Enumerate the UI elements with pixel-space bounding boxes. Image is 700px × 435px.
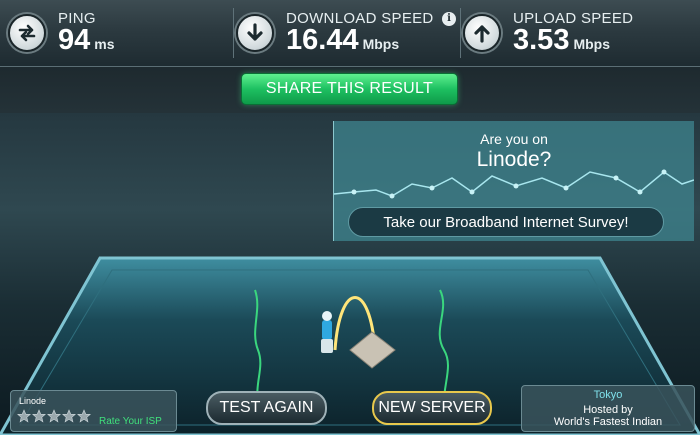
upload-stat: UPLOAD SPEED 3.53 Mbps: [463, 6, 691, 60]
ping-arrows-icon: [8, 14, 46, 52]
survey-question: Are you on: [480, 131, 548, 147]
stats-divider: [233, 8, 234, 58]
server-info-panel: Tokyo Hosted by World's Fastest Indian: [521, 385, 695, 432]
star-icon[interactable]: [77, 409, 91, 423]
new-server-button[interactable]: NEW SERVER: [372, 391, 492, 425]
isp-name: Linode: [19, 396, 47, 406]
ping-stat: PING 94 ms: [8, 6, 230, 60]
share-result-button[interactable]: SHARE THIS RESULT: [241, 73, 458, 105]
star-icon[interactable]: [47, 409, 61, 423]
isp-rating-panel: Linode Rate Your ISP: [10, 390, 177, 432]
download-arrow-icon: [236, 14, 274, 52]
ping-value: 94: [58, 24, 91, 56]
download-value: 16.44: [286, 24, 359, 56]
rating-stars[interactable]: [17, 409, 92, 423]
info-icon[interactable]: i: [442, 12, 456, 26]
star-icon[interactable]: [62, 409, 76, 423]
upload-arrow-icon: [463, 14, 501, 52]
isp-survey-panel: Are you on Linode? Take our Broadband In…: [333, 121, 694, 241]
ping-unit: ms: [94, 36, 115, 52]
star-icon[interactable]: [17, 409, 31, 423]
server-city: Tokyo: [593, 389, 623, 401]
survey-decorative-graph: [334, 169, 694, 199]
star-icon[interactable]: [32, 409, 46, 423]
rate-isp-link[interactable]: Rate Your ISP: [99, 416, 162, 427]
upload-unit: Mbps: [573, 36, 611, 52]
test-again-button[interactable]: TEST AGAIN: [206, 391, 327, 425]
server-host-name: World's Fastest Indian: [553, 416, 663, 428]
stats-bar: PING 94 ms DOWNLOAD SPEED 16.44 Mbps i U…: [0, 0, 700, 67]
broadband-survey-button[interactable]: Take our Broadband Internet Survey!: [348, 207, 664, 237]
speedtest-app: PING 94 ms DOWNLOAD SPEED 16.44 Mbps i U…: [0, 0, 700, 435]
download-unit: Mbps: [362, 36, 400, 52]
upload-value: 3.53: [513, 24, 570, 56]
stats-divider: [460, 8, 461, 58]
download-stat: DOWNLOAD SPEED 16.44 Mbps: [236, 6, 458, 60]
server-hosted-by-label: Hosted by: [583, 404, 633, 416]
